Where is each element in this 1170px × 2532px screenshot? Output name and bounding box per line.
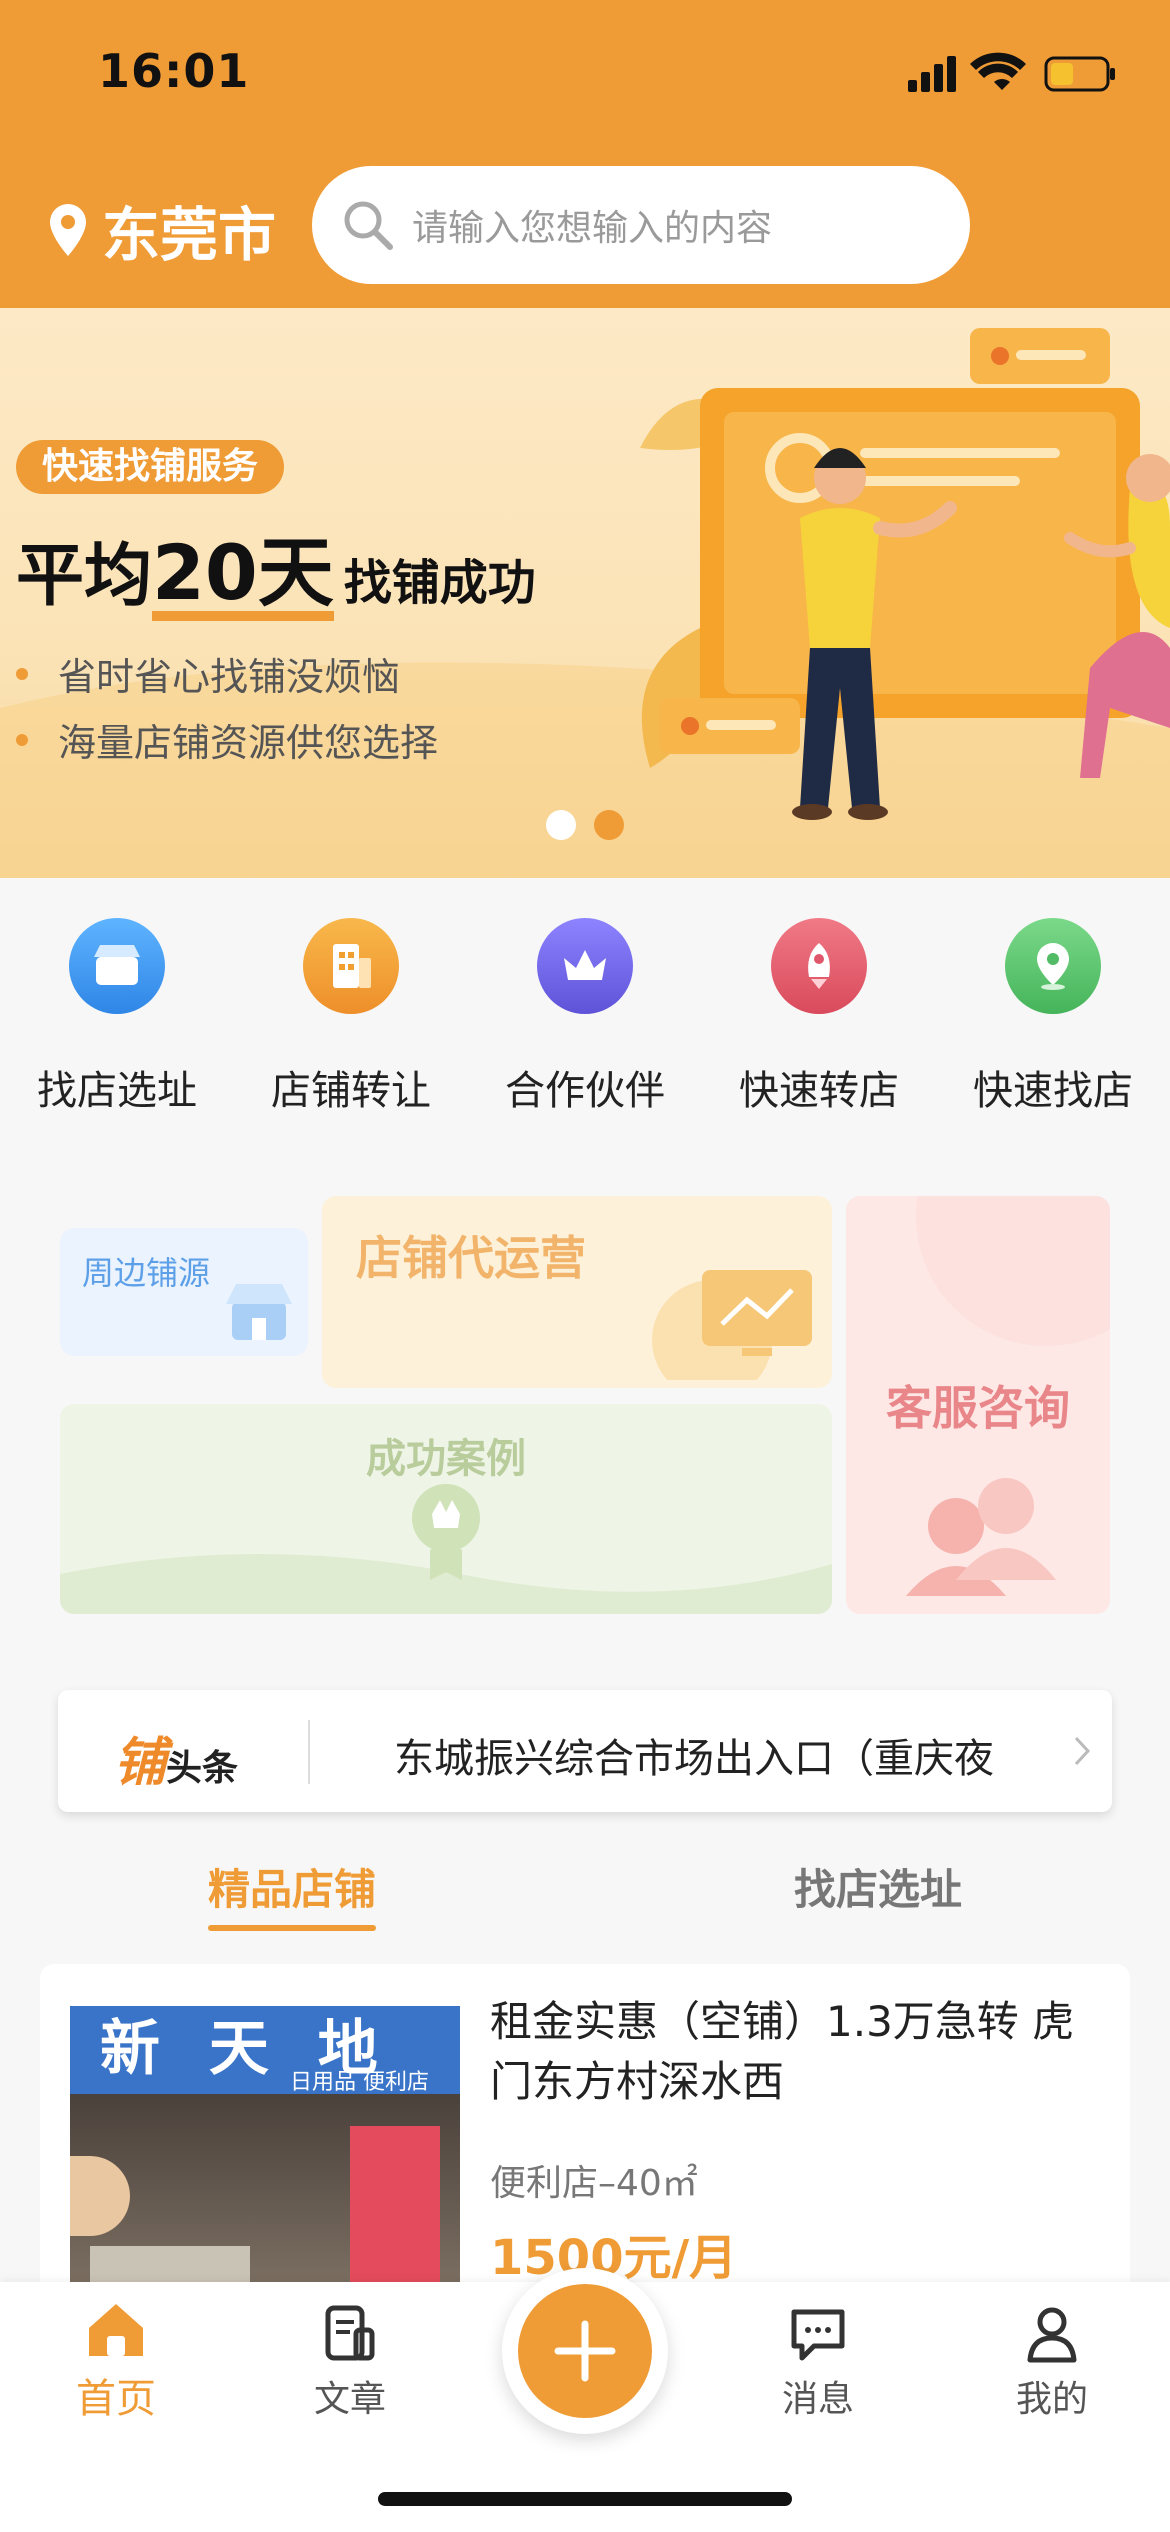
menu-label: 合作伙伴 (505, 1068, 665, 1114)
menu-item-transfer[interactable]: 店铺转让 (234, 918, 468, 1118)
operation-card[interactable]: 店铺代运营 (322, 1196, 832, 1388)
cases-card[interactable]: 成功案例 (60, 1404, 832, 1614)
promo-banner[interactable]: 快速找铺服务 平均 20天 找铺成功 省时省心找铺没烦恼 海量店铺资源供您选择 (0, 308, 1170, 878)
banner-badge: 快速找铺服务 (16, 440, 285, 494)
menu-item-fast-transfer[interactable]: 快速转店 (702, 918, 936, 1118)
headline-suffix: 找铺成功 (343, 555, 536, 611)
listing-title[interactable]: 租金实惠（空铺）1.3万急转 虎门东方村深水西 (490, 1992, 1100, 2112)
menu-item-partner[interactable]: 合作伙伴 (468, 918, 702, 1118)
headline-number: 20天 (152, 535, 334, 621)
menu-item-find-store[interactable]: 找店选址 (0, 918, 234, 1118)
crown-icon (537, 918, 633, 1014)
wifi-icon (970, 52, 1026, 90)
service-title: 客服咨询 (886, 1381, 1070, 1435)
article-icon (325, 2305, 375, 2361)
banner-bullet: 海量店铺资源供您选择 (16, 712, 438, 767)
headline-ticker[interactable]: 铺 头条 东城振兴综合市场出入口（重庆夜 (58, 1690, 1112, 1812)
nav-label: 文章 (313, 2379, 386, 2420)
nearby-title: 周边铺源 (82, 1254, 211, 1292)
user-icon (1027, 2307, 1077, 2363)
bullet-text: 海量店铺资源供您选择 (58, 721, 439, 765)
tab-find-store[interactable]: 找店选址 (794, 1856, 962, 1917)
ticker-logo-sub: 头条 (166, 1748, 239, 1789)
message-icon (791, 2309, 845, 2361)
nav-profile[interactable]: 我的 (972, 2304, 1132, 2422)
menu-label: 快速转店 (739, 1068, 899, 1114)
menu-label: 快速找店 (973, 1068, 1133, 1114)
banner-headline: 平均 20天 找铺成功 (16, 520, 536, 621)
menu-label: 店铺转让 (271, 1068, 431, 1114)
ticker-logo: 铺 头条 (114, 1720, 238, 1795)
operation-title: 店铺代运营 (356, 1231, 586, 1285)
bullet-dot (16, 667, 28, 680)
nav-label: 消息 (781, 2379, 854, 2420)
menu-label: 找店选址 (37, 1068, 197, 1114)
building-icon (303, 918, 399, 1014)
store-icon (69, 918, 165, 1014)
location-pin-icon (50, 204, 86, 256)
nearby-card[interactable]: 周边铺源 (60, 1228, 308, 1356)
tab-label: 精品店铺 (208, 1865, 377, 1914)
nav-label: 首页 (76, 2376, 156, 2422)
city-name: 东莞市 (102, 201, 277, 269)
chevron-right-icon[interactable] (1072, 1734, 1092, 1768)
ticker-divider (308, 1720, 310, 1784)
banner-bullet: 省时省心找铺没烦恼 (16, 646, 400, 701)
search-placeholder: 请输入您想输入的内容 (412, 208, 773, 249)
nav-home[interactable]: 首页 (36, 2300, 196, 2424)
status-icons (908, 52, 1115, 92)
status-time: 16:01 (98, 44, 250, 98)
service-card[interactable]: 客服咨询 (846, 1196, 1110, 1614)
ticker-logo-main: 铺 (114, 1733, 167, 1793)
battery-icon (1044, 56, 1115, 92)
carousel-dot[interactable] (546, 810, 576, 840)
store-sign-subtext: 日用品 便利店 (290, 2070, 429, 2095)
home-indicator (378, 2492, 792, 2506)
headline-prefix: 平均 (16, 537, 153, 616)
home-icon (89, 2304, 143, 2356)
chart-monitor-icon (652, 1270, 812, 1380)
tab-featured-stores[interactable]: 精品店铺 (208, 1856, 377, 1931)
city-selector[interactable]: 东莞市 (48, 188, 276, 272)
nav-articles[interactable]: 文章 (270, 2304, 430, 2422)
nav-messages[interactable]: 消息 (738, 2304, 898, 2422)
store-icon (226, 1284, 292, 1340)
listing-meta: 便利店–40㎡ (490, 2163, 698, 2204)
search-bar[interactable]: 请输入您想输入的内容 (312, 166, 970, 284)
quick-menu: 找店选址 店铺转让 合作伙伴 快速转店 快速找店 (0, 918, 1170, 1118)
cases-title: 成功案例 (366, 1436, 526, 1482)
location-pin-icon (1005, 918, 1101, 1014)
plus-icon (554, 2320, 616, 2382)
nav-label: 我的 (1015, 2379, 1088, 2420)
search-icon (344, 201, 393, 250)
signal-icon (908, 56, 956, 92)
ticker-text[interactable]: 东城振兴综合市场出入口（重庆夜 (394, 1726, 1084, 1784)
carousel-dots[interactable] (546, 810, 624, 840)
bullet-dot (16, 733, 28, 746)
tab-active-indicator (208, 1925, 377, 1931)
publish-button[interactable] (502, 2268, 668, 2434)
rocket-icon (771, 918, 867, 1014)
carousel-dot-active[interactable] (594, 810, 624, 840)
bullet-text: 省时省心找铺没烦恼 (58, 655, 401, 699)
fab-inner (518, 2284, 652, 2418)
menu-item-fast-find[interactable]: 快速找店 (936, 918, 1170, 1118)
